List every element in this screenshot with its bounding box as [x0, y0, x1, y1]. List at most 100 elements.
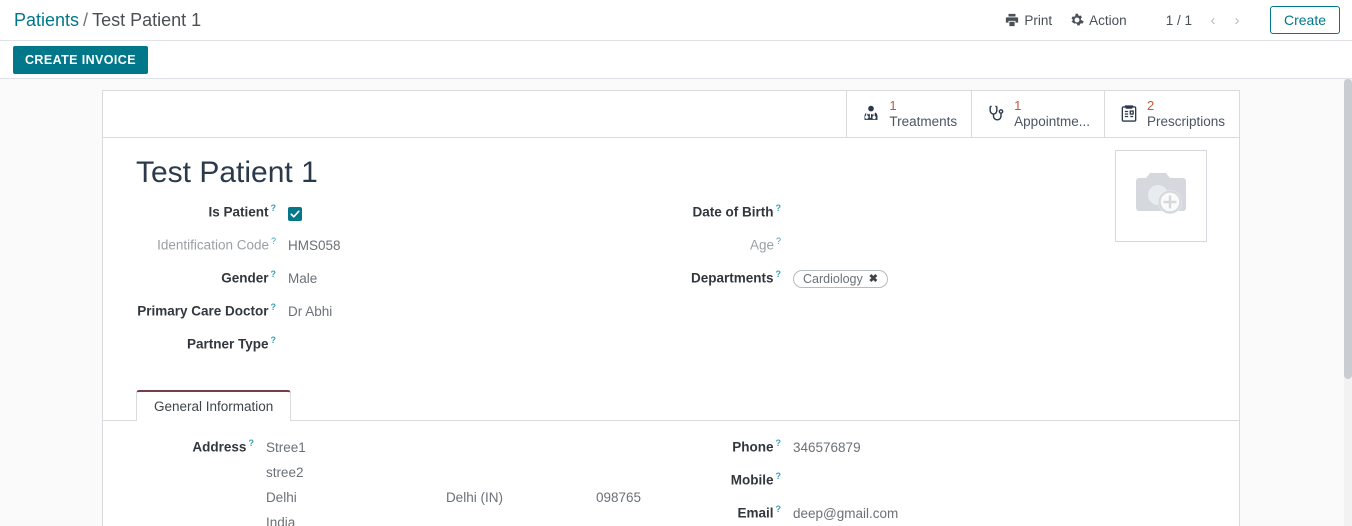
breadcrumb-separator: / [83, 10, 89, 30]
field-departments: Departments? Cardiology ✖ [641, 269, 1161, 302]
help-icon[interactable]: ? [271, 302, 277, 312]
stat-label: Prescriptions [1146, 113, 1225, 129]
breadcrumb: Patients / Test Patient 1 [0, 11, 201, 29]
gear-icon [1070, 13, 1084, 27]
field-date-of-birth: Date of Birth? [641, 203, 1161, 236]
stat-label: Appointme... [1014, 113, 1090, 129]
status-bar: CREATE INVOICE [0, 41, 1352, 79]
scrollbar-thumb[interactable] [1344, 79, 1352, 379]
field-primary-care-doctor: Primary Care Doctor? Dr Abhi [136, 302, 641, 335]
breadcrumb-link-patients[interactable]: Patients [14, 10, 79, 30]
form-sheet: 1 Treatments 1 Appointme... 2 Prescripti… [102, 90, 1240, 526]
field-partner-type: Partner Type? [136, 335, 641, 368]
print-button[interactable]: Print [996, 9, 1061, 32]
field-label: Gender? [221, 269, 277, 286]
address-zip: 098765 [595, 489, 641, 505]
address-city: Delhi [265, 489, 297, 505]
address-city-state-zip: Delhi Delhi (IN) 098765 [266, 490, 641, 505]
help-icon[interactable]: ? [248, 438, 254, 448]
help-icon[interactable]: ? [776, 269, 782, 279]
help-icon[interactable]: ? [271, 269, 277, 279]
notebook: General Information Address? Stree1 stre… [103, 388, 1239, 526]
action-label: Action [1089, 12, 1127, 28]
pager-next-icon[interactable]: › [1226, 8, 1248, 32]
department-tag-cardiology[interactable]: Cardiology ✖ [793, 269, 888, 288]
doctor-icon [861, 104, 881, 124]
help-icon[interactable]: ? [271, 335, 277, 345]
field-label: Email? [737, 504, 782, 521]
field-label: Partner Type? [186, 335, 277, 352]
field-label: Age? [749, 236, 781, 253]
stat-button-treatments[interactable]: 1 Treatments [846, 91, 971, 137]
control-panel-actions: Print Action 1 / 1 ‹ › Create [996, 6, 1352, 34]
help-icon[interactable]: ? [271, 203, 277, 213]
patient-photo-upload[interactable] [1115, 150, 1207, 242]
help-icon[interactable]: ? [776, 471, 782, 481]
tag-label: Cardiology [803, 271, 863, 286]
create-button[interactable]: Create [1269, 6, 1340, 34]
field-gender: Gender? Male [136, 269, 641, 302]
field-label: Departments? [690, 269, 782, 286]
address-street2: stree2 [265, 464, 304, 480]
prescription-icon [1119, 104, 1139, 124]
form-area: Test Patient 1 Is Patient ? Identificati… [103, 138, 1239, 526]
field-email: Email? deep@gmail.com [641, 504, 1161, 526]
control-panel: Patients / Test Patient 1 Print Action 1 /… [0, 0, 1352, 41]
page-title: Test Patient 1 [136, 156, 318, 189]
form-fields: Is Patient? Identification Code? HMS058 … [103, 203, 1239, 368]
address-group: Address? Stree1 stree2 Delhi Delhi (IN) … [136, 438, 641, 526]
field-label: Mobile? [730, 471, 782, 488]
help-icon[interactable]: ? [776, 203, 782, 213]
camera-add-icon [1130, 167, 1192, 226]
tab-general-information[interactable]: General Information [136, 390, 292, 421]
stat-text: 1 Appointme... [1014, 98, 1090, 129]
field-phone: Phone? 346576879 [641, 438, 1161, 471]
create-invoice-button[interactable]: CREATE INVOICE [13, 45, 148, 74]
tag-remove-icon[interactable]: ✖ [869, 272, 878, 285]
stat-text: 1 Treatments [889, 97, 957, 129]
address-state: Delhi (IN) [445, 489, 503, 505]
field-label: Address? [192, 438, 254, 455]
field-label: Phone? [732, 438, 782, 455]
field-label: Date of Birth? [692, 203, 782, 220]
pager-previous-icon[interactable]: ‹ [1202, 8, 1224, 32]
identification-code-value: HMS058 [288, 237, 341, 253]
breadcrumb-current: Test Patient 1 [92, 10, 202, 30]
form-column-right: Date of Birth? Age? Departments? Cardiol… [641, 203, 1161, 368]
help-icon[interactable]: ? [776, 504, 782, 514]
field-is-patient: Is Patient? [136, 203, 641, 236]
notebook-tabs: General Information [103, 388, 1239, 421]
stat-button-prescriptions[interactable]: 2 Prescriptions [1103, 91, 1239, 137]
help-icon[interactable]: ? [776, 438, 782, 448]
field-age: Age? [641, 236, 1161, 269]
help-icon[interactable]: ? [776, 236, 781, 246]
stat-text: 2 Prescriptions [1146, 97, 1225, 129]
form-column-left: Is Patient? Identification Code? HMS058 … [136, 203, 641, 368]
is-patient-checkbox[interactable] [288, 206, 302, 221]
primary-care-doctor-value[interactable]: Dr Abhi [288, 304, 332, 319]
action-button[interactable]: Action [1061, 9, 1136, 32]
printer-icon [1005, 13, 1019, 27]
address-street1: Stree1 [265, 439, 306, 455]
address-value[interactable]: Stree1 stree2 Delhi Delhi (IN) 098765 In… [266, 440, 641, 526]
stethoscope-icon [986, 104, 1006, 124]
vertical-scrollbar[interactable] [1344, 79, 1352, 526]
field-label: Is Patient? [208, 203, 277, 220]
help-icon[interactable]: ? [271, 236, 276, 246]
page-body: 1 Treatments 1 Appointme... 2 Prescripti… [0, 79, 1352, 526]
contact-group: Phone? 346576879 Mobile? Email? deep@gma… [641, 438, 1161, 526]
field-address: Address? Stree1 stree2 Delhi Delhi (IN) … [136, 438, 641, 526]
record-pager: 1 / 1 ‹ › [1158, 8, 1248, 32]
address-country: India [265, 514, 296, 526]
email-value[interactable]: deep@gmail.com [793, 506, 898, 521]
stat-value: 1 [889, 97, 897, 113]
stat-value: 2 [1146, 97, 1155, 113]
tab-panel-general-information: Address? Stree1 stree2 Delhi Delhi (IN) … [103, 421, 1239, 526]
phone-value[interactable]: 346576879 [793, 440, 861, 455]
stat-button-appointments[interactable]: 1 Appointme... [971, 91, 1104, 137]
print-label: Print [1024, 12, 1053, 28]
stat-button-row: 1 Treatments 1 Appointme... 2 Prescripti… [103, 91, 1239, 138]
pager-counter: 1 / 1 [1165, 12, 1192, 28]
field-label: Primary Care Doctor? [137, 302, 277, 319]
gender-value[interactable]: Male [288, 271, 317, 286]
